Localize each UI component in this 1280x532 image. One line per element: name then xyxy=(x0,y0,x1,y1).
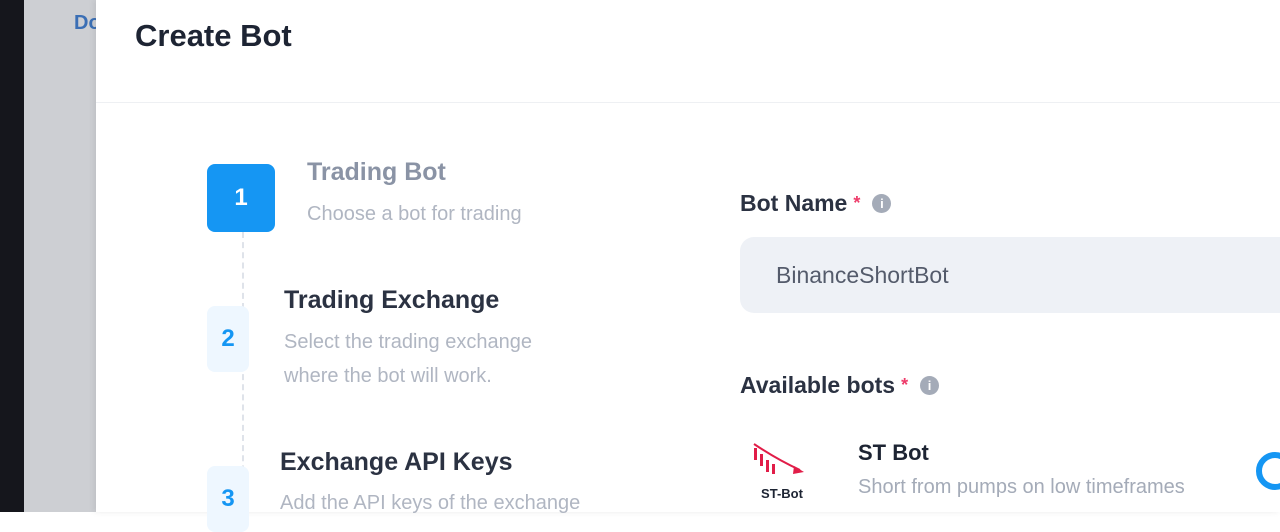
bot-name-input[interactable] xyxy=(740,237,1280,313)
modal-header: Create Bot xyxy=(96,0,1280,103)
create-bot-modal: Create Bot 1 Trading Bot Choose a bot fo… xyxy=(96,0,1280,532)
step-2-desc-line-1: Select the trading exchange xyxy=(284,331,532,353)
required-mark: * xyxy=(901,375,909,395)
bot-name-label-text: Bot Name xyxy=(740,190,848,216)
info-icon[interactable]: i xyxy=(872,194,892,213)
step-1-title[interactable]: Trading Bot xyxy=(307,158,446,187)
available-bots-label-text: Available bots xyxy=(740,372,896,398)
step-2-badge[interactable]: 2 xyxy=(207,306,249,372)
step-3-title[interactable]: Exchange API Keys xyxy=(280,448,513,477)
bot-name-label: Bot Name * i xyxy=(740,190,892,217)
down-trend-chart-icon xyxy=(753,443,804,474)
step-3-badge[interactable]: 3 xyxy=(207,466,249,532)
app-sidebar xyxy=(0,0,24,512)
step-2-desc-line-2: where the bot will work. xyxy=(284,365,492,387)
modal-title: Create Bot xyxy=(135,18,292,53)
st-bot-name: ST Bot xyxy=(858,440,929,465)
required-mark: * xyxy=(853,193,861,213)
step-1-desc: Choose a bot for trading xyxy=(307,203,522,225)
available-bots-label: Available bots * i xyxy=(740,372,940,399)
st-bot-logo: ST-Bot xyxy=(750,440,814,506)
st-bot-logo-text: ST-Bot xyxy=(761,486,803,501)
info-icon[interactable]: i xyxy=(920,376,940,395)
st-bot-desc: Short from pumps on low timeframes xyxy=(858,476,1185,498)
step-2-title[interactable]: Trading Exchange xyxy=(284,286,499,315)
st-bot-radio[interactable] xyxy=(1256,452,1280,490)
step-3-desc: Add the API keys of the exchange xyxy=(280,492,581,514)
step-1-badge[interactable]: 1 xyxy=(207,164,275,232)
